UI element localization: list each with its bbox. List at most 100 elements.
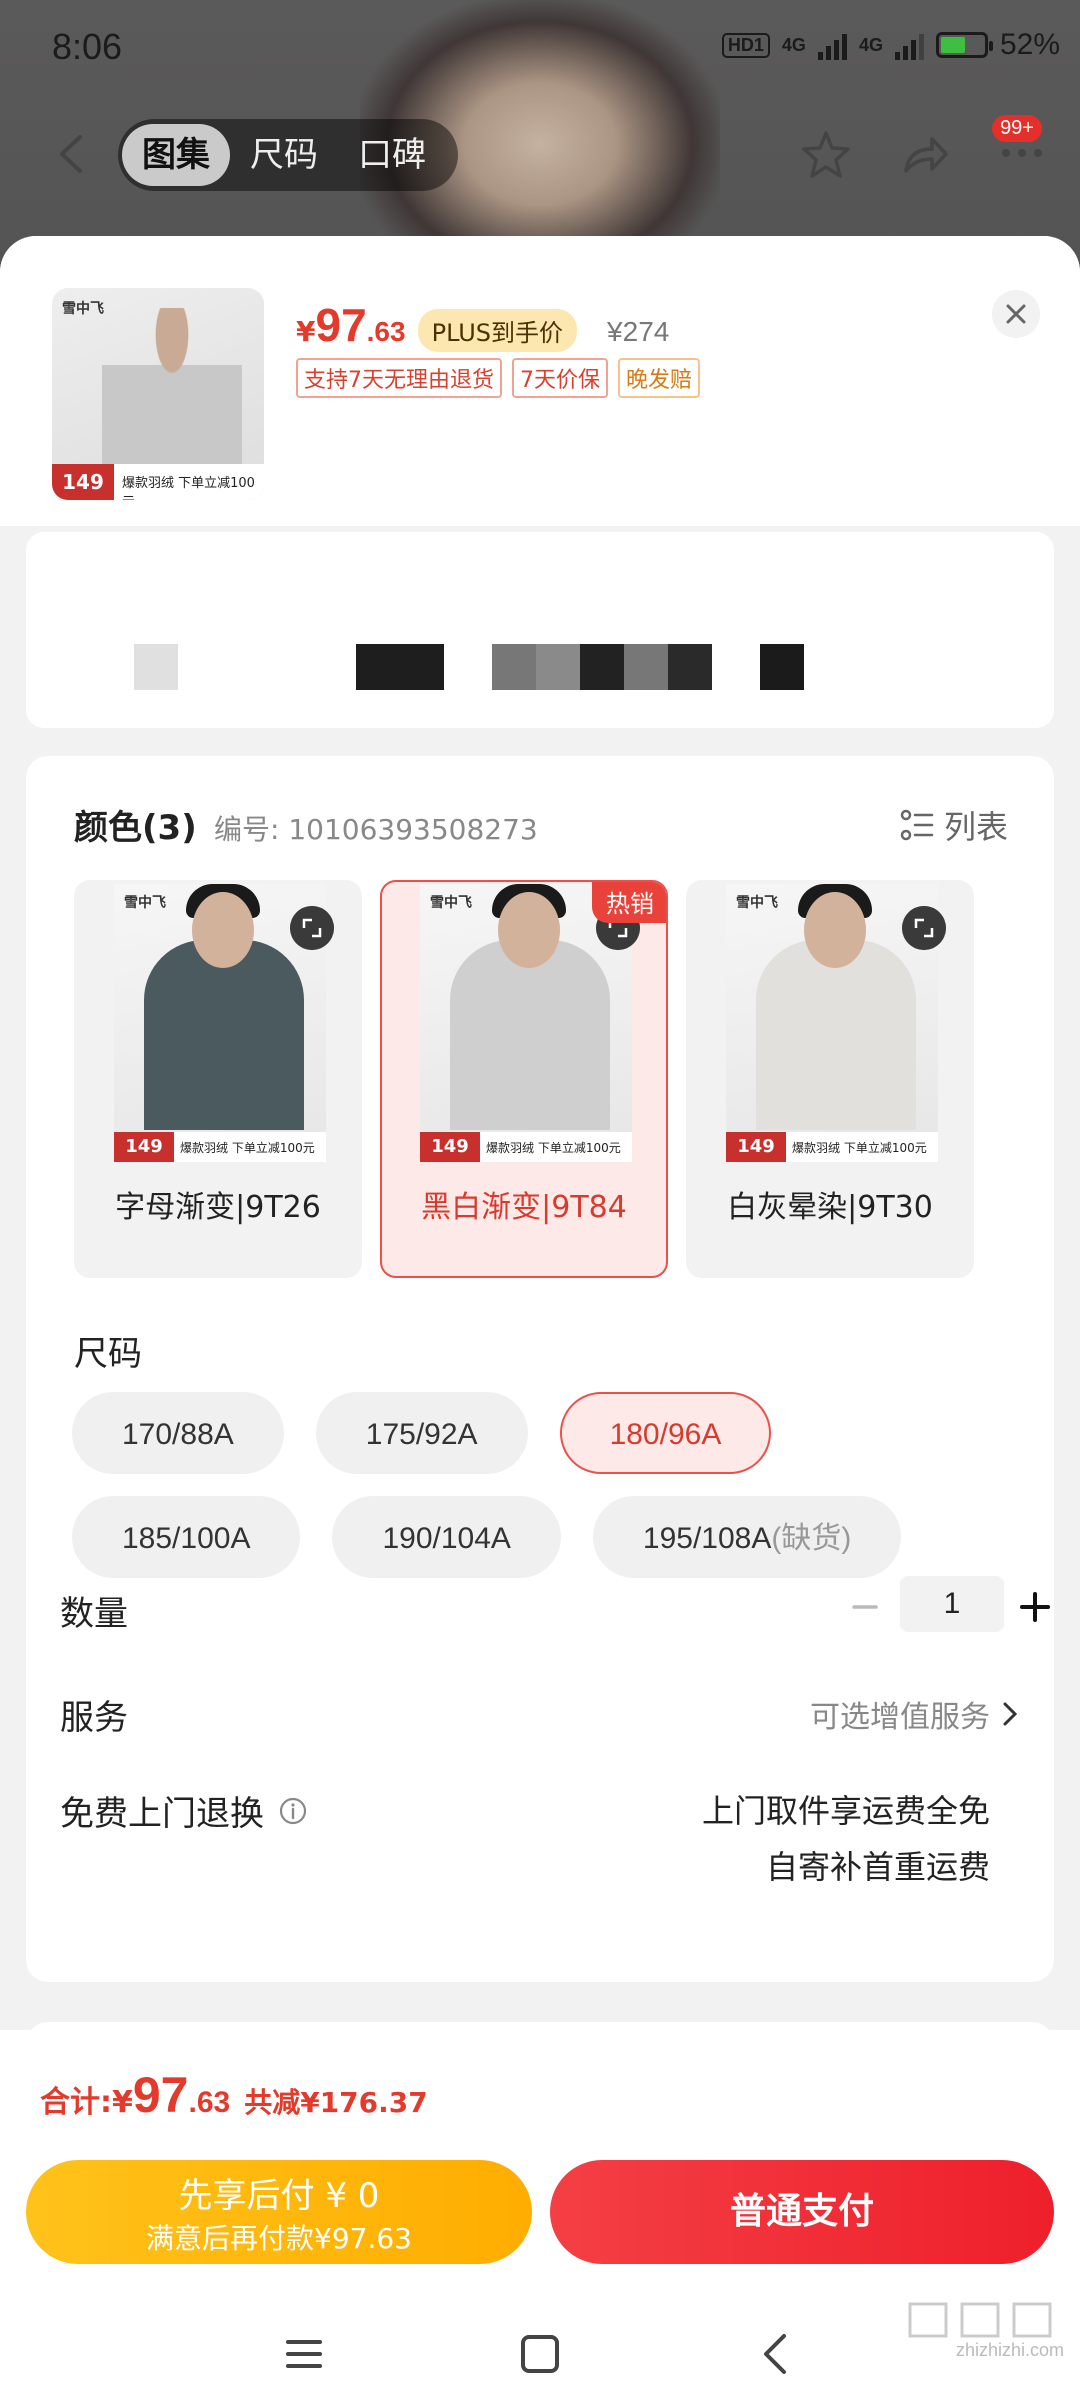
color-option-2[interactable]: 雪中飞 149 爆款羽绒 下单立减100元 黑白渐变|9T84 热销 xyxy=(380,880,668,1278)
size-option[interactable]: 175/92A xyxy=(315,1392,528,1474)
color-option-3[interactable]: 雪中飞 149 爆款羽绒 下单立减100元 白灰晕染|9T30 xyxy=(686,880,974,1278)
swatch-price: 149 xyxy=(420,1132,480,1162)
pixelated-block xyxy=(356,644,444,690)
close-icon[interactable] xyxy=(992,290,1040,338)
pixelated-block xyxy=(580,644,624,690)
thumbnail-brand-logo: 雪中飞 xyxy=(62,301,104,317)
size-row: 170/88A 175/92A 180/96A xyxy=(72,1392,1012,1474)
network-label-1: 4G xyxy=(781,34,806,55)
total-row: 合计: ¥ 97 .63 共减¥176.37 xyxy=(40,2066,428,2124)
hot-sale-badge: 热销 xyxy=(592,882,666,923)
size-option-label: 195/108A xyxy=(642,1522,772,1555)
size-section-title: 尺码 xyxy=(74,1334,142,1374)
normal-pay-button[interactable]: 普通支付 xyxy=(550,2160,1054,2264)
list-toggle-label: 列表 xyxy=(943,808,1008,846)
share-icon[interactable] xyxy=(896,127,952,183)
product-code: 编号: 10106393508273 xyxy=(214,813,538,846)
status-bar: 8:06 HD1 4G 4G 52% xyxy=(0,0,1080,100)
swatch-promo-text: 爆款羽绒 下单立减100元 xyxy=(792,1141,927,1155)
out-of-stock-label: (缺货) xyxy=(771,1522,852,1555)
total-label: 合计: xyxy=(40,2085,112,2120)
signal-icon-2 xyxy=(894,30,924,60)
tab-reviews[interactable]: 口碑 xyxy=(338,124,446,186)
service-tag-late-compensation: 晚发赔 xyxy=(618,358,701,398)
more-menu[interactable]: 99+ xyxy=(992,115,1050,185)
color-swatches: 雪中飞 149 爆款羽绒 下单立减100元 字母渐变|9T26 雪中飞 149 … xyxy=(74,880,974,1278)
home-square-icon[interactable] xyxy=(510,2324,570,2384)
size-option-out-of-stock[interactable]: 195/108A(缺货) xyxy=(592,1496,902,1578)
expand-icon[interactable] xyxy=(290,906,334,950)
size-options: 170/88A 175/92A 180/96A 185/100A 190/104… xyxy=(72,1392,1012,1600)
free-return-label-wrap: 免费上门退换 xyxy=(60,1786,308,1835)
swatch-price: 149 xyxy=(726,1132,786,1162)
tab-gallery[interactable]: 图集 xyxy=(122,124,230,186)
color-option-label: 黑白渐变|9T84 xyxy=(421,1190,627,1225)
color-option-label: 白灰晕染|9T30 xyxy=(727,1190,933,1225)
quantity-row: 数量 1 xyxy=(60,1572,1050,1642)
sheet-header: 雪中飞 149 爆款羽绒 下单立减100元 ¥ 97 .63 PLUS到手价 ¥… xyxy=(0,236,1080,526)
swatch-brand-logo: 雪中飞 xyxy=(736,895,778,911)
expand-icon[interactable] xyxy=(902,906,946,950)
thumbnail-promo-text: 爆款羽绒 下单立减100元 xyxy=(122,476,255,500)
jacket-shape xyxy=(144,940,304,1130)
product-thumbnail[interactable]: 雪中飞 149 爆款羽绒 下单立减100元 xyxy=(52,288,264,500)
price-symbol: ¥ xyxy=(296,315,316,348)
total-decimal: .63 xyxy=(188,2086,231,2119)
sku-options-card: 颜色(3) 编号: 10106393508273 列表 雪中飞 149 爆款羽绒… xyxy=(26,756,1054,1982)
obscured-address-card[interactable] xyxy=(26,532,1054,728)
service-label: 服务 xyxy=(60,1698,128,1738)
swatch-promo-text: 爆款羽绒 下单立减100元 xyxy=(486,1141,621,1155)
size-option-selected[interactable]: 180/96A xyxy=(559,1392,772,1474)
increase-quantity-icon[interactable] xyxy=(1010,1582,1060,1632)
color-option-label: 字母渐变|9T26 xyxy=(115,1190,321,1225)
chevron-right-icon xyxy=(1003,1702,1018,1726)
size-option[interactable]: 190/104A xyxy=(332,1496,561,1578)
color-option-1[interactable]: 雪中飞 149 爆款羽绒 下单立减100元 字母渐变|9T26 xyxy=(74,880,362,1278)
watermark-logo xyxy=(908,2302,1052,2338)
total-integer: 97 xyxy=(132,2067,189,2123)
pay-later-button[interactable]: 先享后付 ¥ 0 满意后再付款¥97.63 xyxy=(26,2160,532,2264)
swatch-promo-strip: 149 爆款羽绒 下单立减100元 xyxy=(726,1132,938,1162)
service-tag-return: 支持7天无理由退货 xyxy=(296,358,502,398)
price-row: ¥ 97 .63 PLUS到手价 ¥274 xyxy=(296,298,669,352)
status-time: 8:06 xyxy=(52,26,123,67)
tab-size[interactable]: 尺码 xyxy=(230,124,338,186)
service-row[interactable]: 服务 可选增值服务 xyxy=(60,1676,1020,1746)
battery-percent: 52% xyxy=(999,28,1060,61)
list-view-toggle[interactable]: 列表 xyxy=(900,802,1008,848)
swatch-promo-text: 爆款羽绒 下单立减100元 xyxy=(180,1141,315,1155)
size-option[interactable]: 185/100A xyxy=(72,1496,301,1578)
pixelated-block xyxy=(492,644,536,690)
swatch-brand-logo: 雪中飞 xyxy=(124,895,166,911)
quantity-stepper-value[interactable]: 1 xyxy=(900,1576,1004,1632)
swatch-promo-strip: 149 爆款羽绒 下单立减100元 xyxy=(114,1132,326,1162)
decrease-quantity-icon[interactable] xyxy=(840,1582,890,1632)
swatch-price: 149 xyxy=(114,1132,174,1162)
back-arrow-icon[interactable] xyxy=(48,129,98,179)
hd-indicator: HD1 xyxy=(721,32,770,58)
jacket-shape xyxy=(450,940,610,1130)
free-return-text-1: 上门取件享运费全免 xyxy=(701,1792,990,1830)
model-face xyxy=(498,892,560,968)
info-icon[interactable] xyxy=(278,1796,308,1826)
optional-services-text: 可选增值服务 xyxy=(810,1700,990,1735)
free-return-label: 免费上门退换 xyxy=(60,1794,264,1834)
nav-actions: 99+ xyxy=(798,115,1050,185)
optional-services-link[interactable]: 可选增值服务 xyxy=(810,1692,1020,1736)
size-option[interactable]: 170/88A xyxy=(72,1392,284,1474)
list-icon xyxy=(900,809,934,841)
price-integer: 97 xyxy=(315,299,367,351)
swatch-promo-strip: 149 爆款羽绒 下单立减100元 xyxy=(420,1132,632,1162)
service-tag-price-protect: 7天价保 xyxy=(512,358,608,398)
free-return-text-2: 自寄补首重运费 xyxy=(765,1848,990,1886)
system-back-icon[interactable] xyxy=(746,2324,806,2384)
pixelated-block xyxy=(536,644,580,690)
pay-later-sublabel: 满意后再付款¥97.63 xyxy=(146,2222,412,2255)
pixelated-block xyxy=(760,644,804,690)
favorite-star-icon[interactable] xyxy=(798,127,854,183)
color-section-title: 颜色(3) xyxy=(74,808,197,848)
product-nav-bar: 图集 尺码 口碑 99+ xyxy=(0,115,1080,195)
checkout-bar: 合计: ¥ 97 .63 共减¥176.37 先享后付 ¥ 0 满意后再付款¥9… xyxy=(0,2030,1080,2400)
thumbnail-price: 149 xyxy=(52,464,114,500)
menu-icon[interactable] xyxy=(274,2324,334,2384)
